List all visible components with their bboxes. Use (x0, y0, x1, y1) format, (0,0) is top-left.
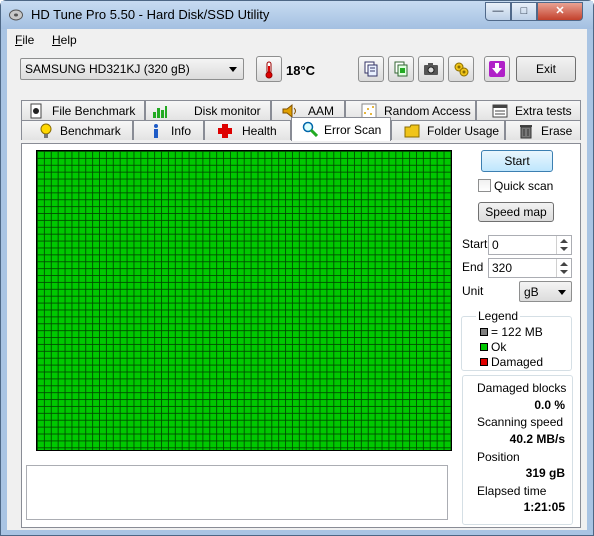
legend-item: Ok (480, 340, 506, 354)
save-icon (489, 61, 505, 77)
toolbar: SAMSUNG HD321KJ (320 gB) 18°C Exit (7, 51, 587, 99)
spin-buttons[interactable] (556, 236, 571, 254)
title-bar[interactable]: HD Tune Pro 5.50 - Hard Disk/SSD Utility… (1, 1, 593, 29)
trash-icon (520, 125, 532, 139)
damaged-blocks-value: 0.0 % (534, 398, 565, 412)
save-button[interactable] (484, 56, 510, 82)
close-button[interactable]: ✕ (537, 2, 583, 21)
hdtune-app-icon (9, 9, 23, 21)
client-area: File Help SAMSUNG HD321KJ (320 gB) 18°C (7, 29, 587, 530)
exit-button[interactable]: Exit (516, 56, 576, 82)
options-icon (454, 62, 469, 77)
minimize-button[interactable]: — (485, 2, 511, 21)
drive-select[interactable]: SAMSUNG HD321KJ (320 gB) (20, 58, 244, 80)
spin-up-icon[interactable] (560, 262, 568, 266)
legend-title: Legend (476, 309, 521, 323)
magnifier-icon (302, 121, 318, 137)
scan-block-map (36, 150, 452, 451)
position-label: Position (477, 450, 520, 464)
tab-folder-usage[interactable]: Folder Usage (391, 120, 505, 140)
lightbulb-icon (40, 123, 52, 138)
disk-monitor-icon (153, 106, 167, 118)
tab-info[interactable]: Info (133, 120, 204, 140)
temperature-value: 18°C (286, 63, 316, 78)
speed-map-button[interactable]: Speed map (478, 202, 554, 222)
menu-help[interactable]: Help (52, 33, 77, 47)
chevron-down-icon (229, 67, 237, 72)
start-button[interactable]: Start (481, 150, 553, 172)
info-icon (154, 124, 158, 138)
app-window: HD Tune Pro 5.50 - Hard Disk/SSD Utility… (0, 0, 594, 536)
tab-file-benchmark[interactable]: File Benchmark (21, 100, 145, 120)
copy-text-icon (364, 61, 378, 77)
maximize-button[interactable]: □ (511, 2, 537, 21)
copy-info-icon (394, 61, 408, 77)
tab-erase[interactable]: Erase (505, 120, 581, 140)
menu-bar: File Help (7, 29, 587, 51)
spin-down-icon[interactable] (560, 247, 568, 251)
tab-disk-monitor[interactable]: Disk monitor (145, 100, 271, 120)
copy-text-button[interactable] (358, 56, 384, 82)
copy-info-button[interactable] (388, 56, 414, 82)
unit-select[interactable]: gB (519, 281, 572, 302)
thermometer-icon (265, 61, 273, 79)
window-title: HD Tune Pro 5.50 - Hard Disk/SSD Utility (31, 7, 270, 22)
legend-swatch-ok (480, 343, 488, 351)
chevron-down-icon (558, 290, 566, 295)
start-field-label: Start (462, 237, 488, 251)
end-spinbox[interactable]: 320 (488, 258, 572, 278)
folder-icon (404, 124, 420, 138)
tab-health[interactable]: Health (204, 120, 291, 140)
scanning-speed-label: Scanning speed (477, 415, 564, 429)
checkbox-box[interactable] (478, 179, 491, 192)
error-scan-panel: Start Quick scan Speed map Start 0 End 3… (21, 143, 581, 528)
end-field-label: End (462, 260, 484, 274)
elapsed-time-label: Elapsed time (477, 484, 547, 498)
temperature-button[interactable] (256, 56, 282, 82)
spin-up-icon[interactable] (560, 239, 568, 243)
legend-swatch-block-size (480, 328, 488, 336)
scan-log[interactable] (26, 465, 448, 520)
legend-swatch-damaged (480, 358, 488, 366)
screenshot-button[interactable] (418, 56, 444, 82)
menu-file[interactable]: File (15, 33, 34, 47)
options-button[interactable] (448, 56, 474, 82)
tab-extra-tests[interactable]: Extra tests (476, 100, 581, 120)
unit-label: Unit (462, 284, 484, 298)
legend-item: = 122 MB (480, 325, 543, 339)
file-benchmark-icon (30, 103, 42, 119)
legend-item: Damaged (480, 355, 543, 369)
damaged-blocks-label: Damaged blocks (477, 381, 567, 395)
spin-down-icon[interactable] (560, 270, 568, 274)
extra-tests-icon (492, 104, 508, 118)
scanning-speed-value: 40.2 MB/s (509, 432, 565, 446)
elapsed-time-value: 1:21:05 (523, 500, 565, 514)
screenshot-icon (424, 63, 438, 75)
tab-benchmark[interactable]: Benchmark (21, 120, 133, 140)
start-spinbox[interactable]: 0 (488, 235, 572, 255)
spin-buttons[interactable] (556, 259, 571, 277)
tab-error-scan[interactable]: Error Scan (291, 117, 391, 141)
position-value: 319 gB (525, 466, 565, 480)
quick-scan-checkbox[interactable]: Quick scan (478, 179, 553, 193)
health-icon (218, 124, 232, 138)
